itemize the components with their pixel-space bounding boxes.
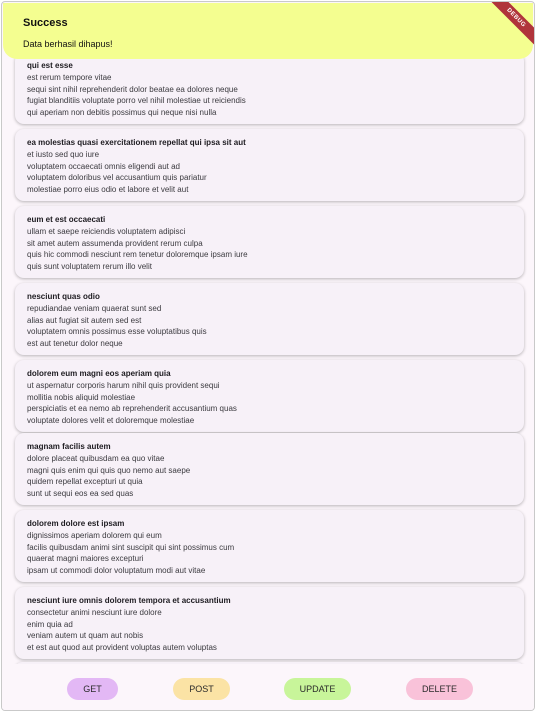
- post-card[interactable]: eum et est occaecati ullam et saepe reic…: [15, 206, 524, 278]
- post-body: dolore placeat quibusdam ea quo vitae ma…: [27, 454, 191, 498]
- post-card[interactable]: nesciunt quas odio repudiandae veniam qu…: [15, 283, 524, 355]
- post-title: nesciunt iure omnis dolorem tempora et a…: [27, 596, 231, 605]
- snackbar-title: Success: [23, 17, 68, 29]
- post-body: ut aspernatur corporis harum nihil quis …: [27, 381, 237, 425]
- post-title: ea molestias quasi exercitationem repell…: [27, 138, 246, 147]
- post-body: est rerum tempore vitae sequi sint nihil…: [27, 73, 246, 117]
- post-card[interactable]: dolorem eum magni eos aperiam quia ut as…: [15, 360, 524, 432]
- post-card[interactable]: dolorem dolore est ipsam dignissimos ape…: [15, 510, 524, 582]
- get-button[interactable]: GET: [67, 678, 118, 700]
- action-bar: GET POST UPDATE DELETE: [2, 666, 534, 710]
- post-body: dignissimos aperiam dolorem qui eum faci…: [27, 531, 235, 575]
- post-title: dolorem dolore est ipsam: [27, 519, 125, 528]
- update-button[interactable]: UPDATE: [284, 678, 351, 700]
- post-title: nesciunt quas odio: [27, 292, 100, 301]
- post-card[interactable]: qui est esse est rerum tempore vitae seq…: [15, 52, 524, 124]
- post-body: repudiandae veniam quaerat sunt sed alia…: [27, 304, 207, 348]
- post-card[interactable]: magnam facilis autem dolore placeat quib…: [15, 433, 524, 505]
- posts-list[interactable]: qui est esse est rerum tempore vitae seq…: [2, 2, 534, 664]
- post-card[interactable]: [15, 662, 524, 664]
- app-window: qui est esse est rerum tempore vitae seq…: [1, 1, 535, 711]
- post-body: consectetur animi nesciunt iure dolore e…: [27, 608, 217, 652]
- post-title: magnam facilis autem: [27, 442, 111, 451]
- post-title: dolorem eum magni eos aperiam quia: [27, 369, 171, 378]
- post-button[interactable]: POST: [173, 678, 230, 700]
- post-title: qui est esse: [27, 61, 73, 70]
- post-body: ullam et saepe reiciendis voluptatem adi…: [27, 227, 248, 271]
- post-body: et iusto sed quo iure voluptatem occaeca…: [27, 150, 207, 194]
- snackbar-message: Data berhasil dihapus!: [23, 39, 113, 49]
- post-title: eum et est occaecati: [27, 215, 106, 224]
- post-card[interactable]: ea molestias quasi exercitationem repell…: [15, 129, 524, 201]
- success-snackbar: Success Data berhasil dihapus!: [3, 3, 533, 59]
- delete-button[interactable]: DELETE: [406, 678, 473, 700]
- post-card[interactable]: nesciunt iure omnis dolorem tempora et a…: [15, 587, 524, 659]
